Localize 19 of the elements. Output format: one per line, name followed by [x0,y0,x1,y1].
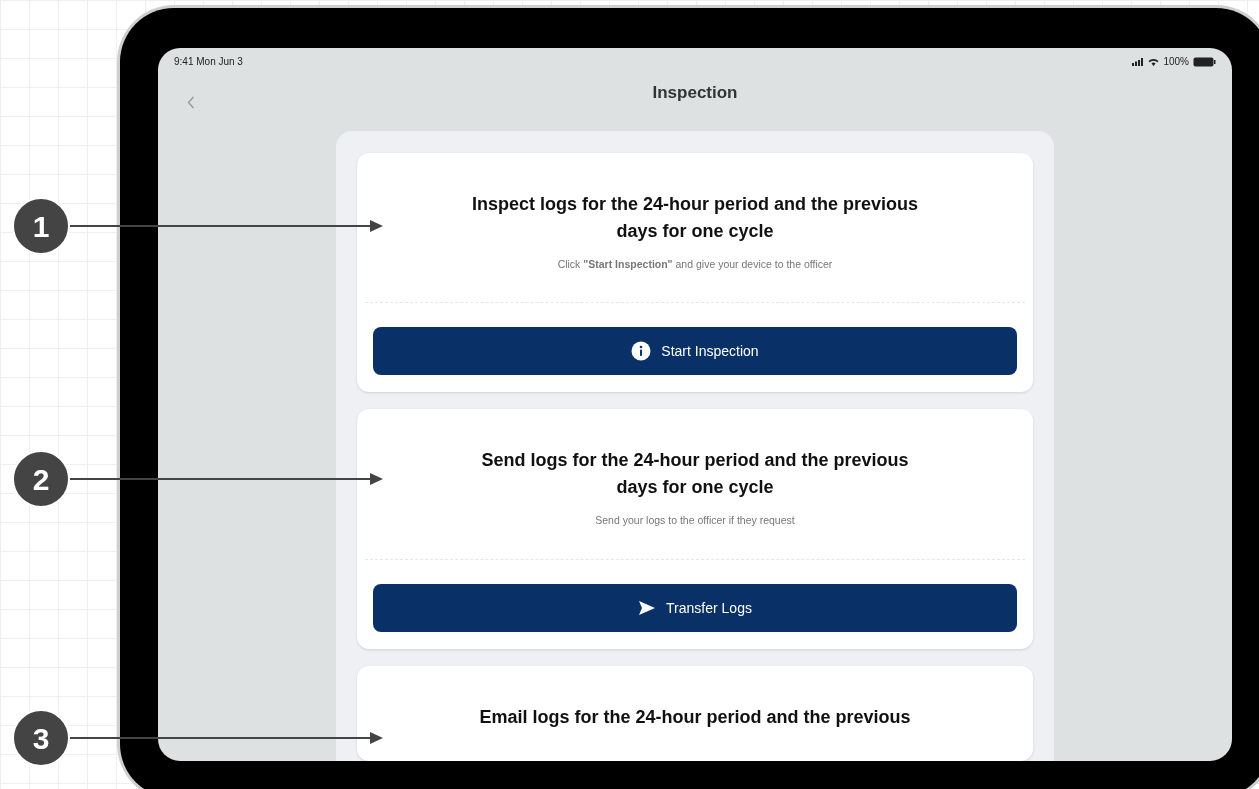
card-title: Send logs for the 24-hour period and the previous days for one cycle [480,449,910,500]
back-chevron-icon [187,95,195,109]
battery-percent: 100% [1163,55,1189,69]
signal-icon [1132,57,1145,66]
callout-number: 2 [12,450,70,508]
card-subtitle: Send your logs to the officer if they request [595,513,795,529]
card-title: Inspect logs for the 24-hour period and the previous days for one cycle [470,192,920,243]
wifi-icon [1148,57,1160,66]
action-button[interactable]: Start Inspection [373,327,1017,376]
callout-number: 1 [12,197,70,255]
callout-number: 3 [12,709,70,767]
battery-icon [1193,56,1216,67]
info-icon [631,341,652,362]
action-button[interactable]: Transfer Logs [373,584,1017,632]
page-title: Inspection [652,82,738,104]
card-subtitle: Click "Start Inspection" and give your device to the officer [557,256,833,272]
status-time: 9:41 Mon Jun 3 [174,55,243,69]
card-title: Email logs for the 24-hour period and the previous [479,706,911,729]
send-icon [638,600,657,616]
